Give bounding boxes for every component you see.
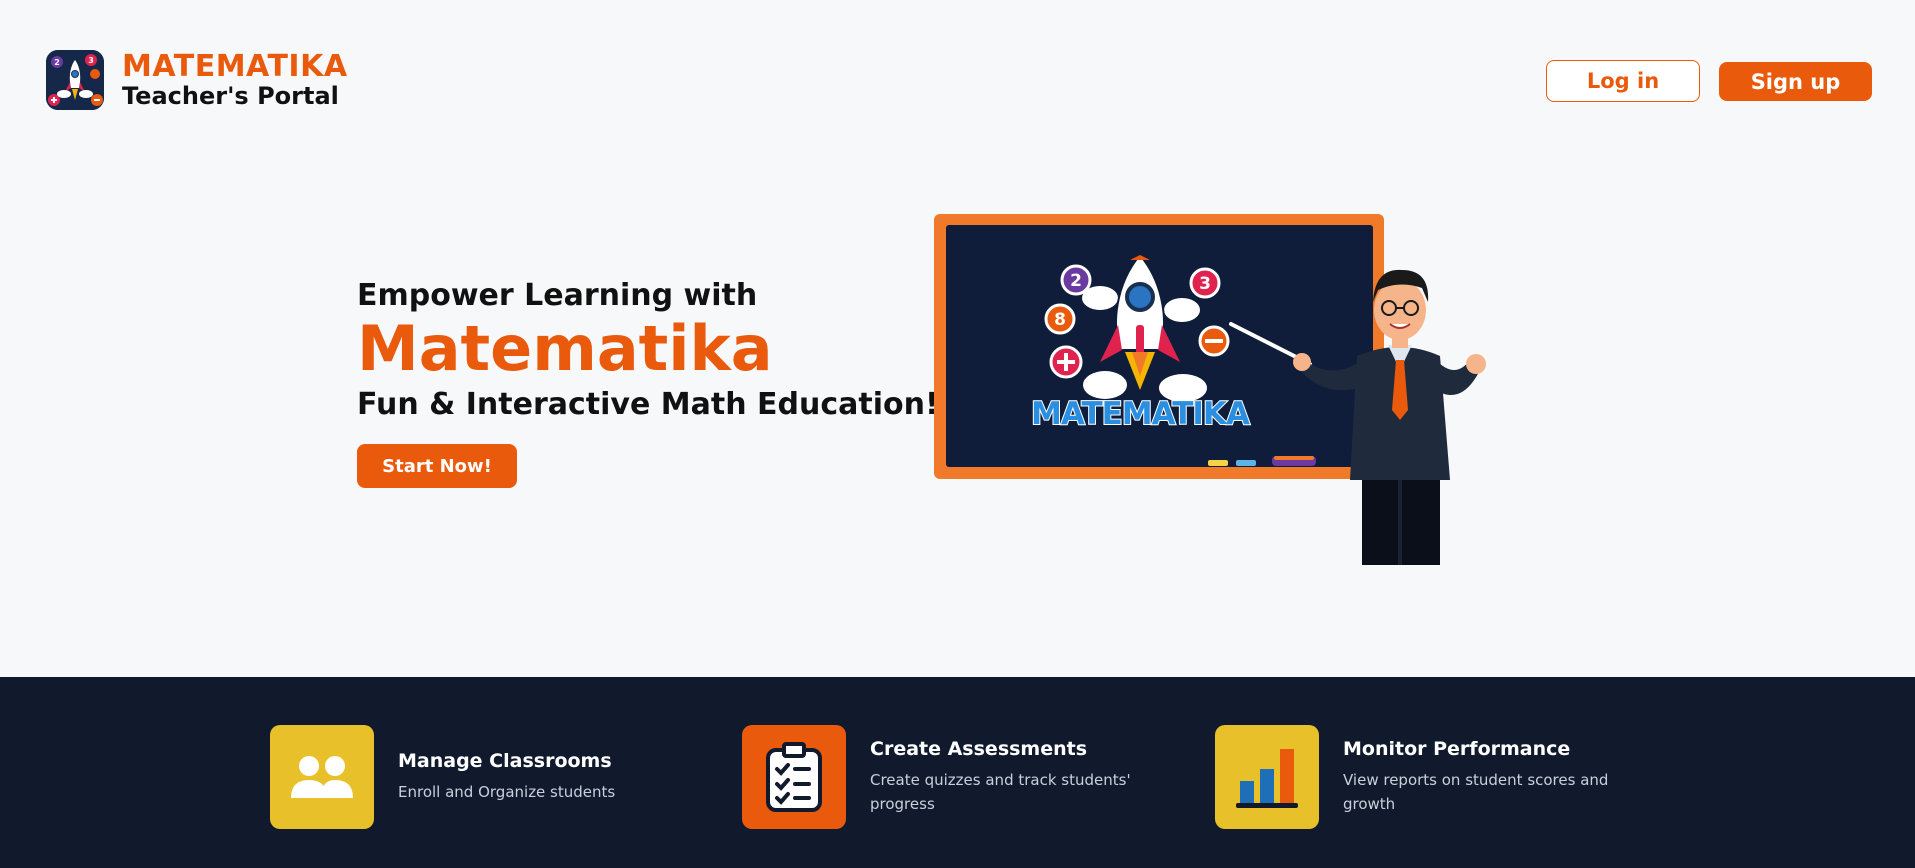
clipboard-list-icon	[742, 725, 846, 829]
login-button[interactable]: Log in	[1546, 60, 1700, 102]
brand[interactable]: 2 3 MATEMATIKA Teacher's Portal	[46, 50, 348, 110]
bubble-label-3: 3	[1199, 274, 1211, 294]
hero-brand-name: Matematika	[357, 312, 773, 385]
feature-create-assessments[interactable]: Create Assessments Create quizzes and tr…	[742, 725, 1140, 829]
site-header: 2 3 MATEMATIKA Teacher's Portal Log in S…	[0, 0, 1915, 160]
brand-title: MATEMATIKA	[122, 49, 348, 84]
signup-button[interactable]: Sign up	[1719, 62, 1872, 101]
teacher-blackboard-illustration: 2 3 8 MATEMATIKA	[934, 214, 1486, 565]
users-icon	[270, 725, 374, 829]
start-now-button[interactable]: Start Now!	[357, 444, 517, 489]
svg-text:2: 2	[54, 58, 60, 67]
features-section: Manage Classrooms Enroll and Organize st…	[0, 677, 1915, 868]
brand-logo: 2 3	[46, 50, 104, 110]
hero-tagline: Fun & Interactive Math Education!	[357, 387, 939, 423]
feature-title: Create Assessments	[870, 738, 1088, 760]
feature-title: Manage Classrooms	[398, 750, 612, 772]
feature-description: View reports on student scores and growt…	[1343, 771, 1609, 813]
feature-manage-classrooms[interactable]: Manage Classrooms Enroll and Organize st…	[270, 725, 668, 829]
hero-text: Empower Learning with Matematika Fun & I…	[357, 278, 939, 489]
feature-title: Monitor Performance	[1343, 738, 1571, 760]
board-title: MATEMATIKA	[1031, 396, 1250, 432]
bubble-label-8: 8	[1054, 310, 1066, 330]
feature-monitor-performance[interactable]: Monitor Performance View reports on stud…	[1215, 725, 1613, 829]
svg-text:3: 3	[88, 56, 94, 65]
hero-illustration: 2 3 8 MATEMATIKA	[930, 210, 1520, 565]
bubble-label-2: 2	[1070, 271, 1082, 291]
bar-chart-icon	[1215, 725, 1319, 829]
brand-subtitle: Teacher's Portal	[122, 82, 339, 110]
feature-description: Create quizzes and track students' progr…	[870, 771, 1131, 813]
hero-heading: Empower Learning with	[357, 278, 758, 313]
feature-description: Enroll and Organize students	[398, 783, 616, 801]
